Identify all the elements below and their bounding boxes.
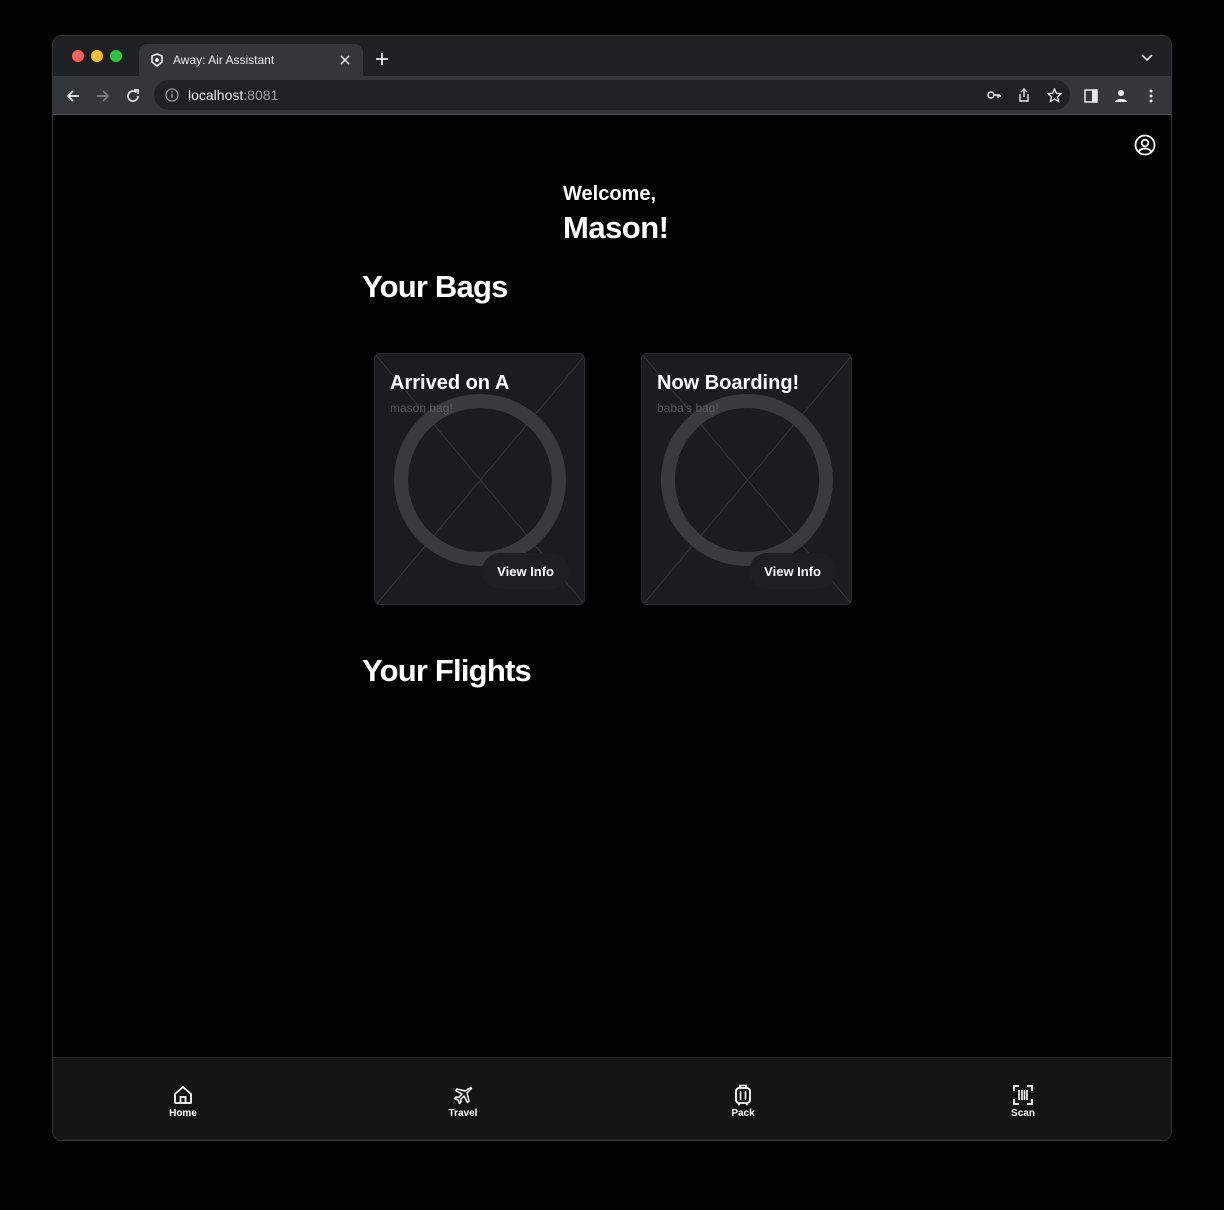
nav-item-label: Travel — [448, 1108, 478, 1119]
browser-toolbar: localhost:8081 — [53, 76, 1171, 115]
nav-item-label: Pack — [731, 1108, 755, 1119]
bag-card[interactable]: Arrived on A mason bag! View Info — [374, 353, 585, 605]
airplane-icon — [452, 1084, 474, 1106]
nav-item-label: Home — [169, 1108, 197, 1119]
share-icon[interactable] — [1016, 87, 1032, 103]
browser-tab[interactable]: Away: Air Assistant — [139, 44, 363, 76]
bottom-nav-bar: Home Travel Pack Scan — [53, 1057, 1171, 1140]
view-info-button[interactable]: View Info — [749, 553, 836, 589]
favicon-icon — [149, 52, 165, 68]
address-bar[interactable]: localhost:8081 — [154, 80, 1070, 110]
nav-item-scan[interactable]: Scan — [993, 1084, 1053, 1119]
nav-item-label: Scan — [1011, 1108, 1035, 1119]
bag-name: mason bag! — [390, 401, 453, 415]
close-tab-icon[interactable] — [337, 52, 353, 68]
bag-name: baba's bag! — [657, 401, 719, 415]
bag-card[interactable]: Now Boarding! baba's bag! View Info — [641, 353, 852, 605]
view-info-button[interactable]: View Info — [482, 553, 569, 589]
close-window-button[interactable] — [72, 50, 84, 62]
nav-item-pack[interactable]: Pack — [713, 1084, 773, 1119]
new-tab-icon[interactable] — [371, 48, 393, 70]
account-circle-icon[interactable] — [1133, 133, 1157, 157]
flights-section-title: Your Flights — [362, 653, 532, 688]
luggage-icon — [732, 1084, 754, 1106]
home-icon — [172, 1084, 194, 1106]
nav-item-home[interactable]: Home — [153, 1084, 213, 1119]
bag-status: Now Boarding! — [657, 372, 800, 394]
chevron-down-icon[interactable] — [1137, 48, 1157, 68]
bookmark-star-icon[interactable] — [1046, 87, 1062, 103]
reload-icon[interactable] — [121, 84, 145, 108]
kebab-menu-icon[interactable] — [1139, 84, 1163, 108]
forward-arrow-icon[interactable] — [91, 84, 115, 108]
user-name-heading: Mason! — [563, 210, 669, 245]
back-arrow-icon[interactable] — [61, 84, 85, 108]
side-panel-icon[interactable] — [1079, 84, 1103, 108]
profile-icon[interactable] — [1109, 84, 1133, 108]
browser-window: Away: Air Assistant localhost:8081 Welc… — [52, 35, 1172, 1141]
welcome-text: Welcome, — [563, 183, 656, 205]
url-port: :8081 — [243, 87, 279, 103]
bags-section-title: Your Bags — [362, 269, 508, 304]
key-icon[interactable] — [986, 87, 1002, 103]
url-host: localhost — [188, 87, 244, 103]
minimize-window-button[interactable] — [91, 50, 103, 62]
nav-item-travel[interactable]: Travel — [433, 1084, 493, 1119]
site-info-icon[interactable] — [164, 87, 180, 103]
tab-strip: Away: Air Assistant — [53, 36, 1171, 76]
barcode-scan-icon — [1012, 1084, 1034, 1106]
maximize-window-button[interactable] — [110, 50, 122, 62]
bag-status: Arrived on A — [390, 372, 510, 394]
tab-title: Away: Air Assistant — [173, 53, 275, 67]
page-content: Welcome, Mason! Your Bags Arrived on A m… — [53, 115, 1171, 1057]
